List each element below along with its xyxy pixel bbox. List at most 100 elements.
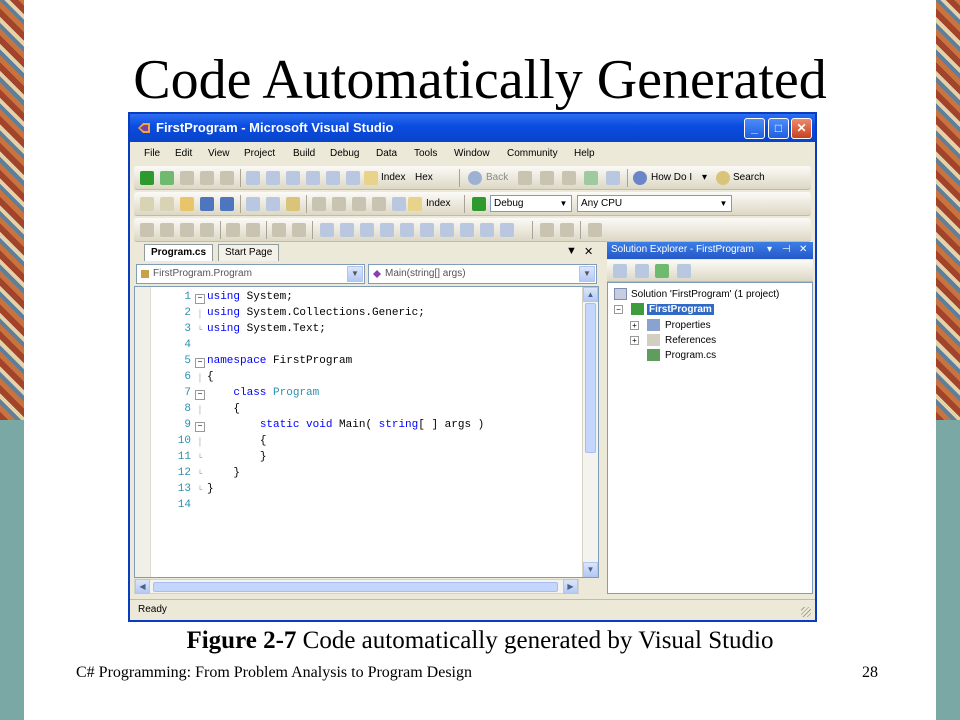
menu-window[interactable]: Window — [454, 148, 490, 159]
index-icon[interactable] — [408, 197, 422, 211]
next-bookmark-icon[interactable] — [360, 223, 374, 237]
bookmark-window-icon[interactable] — [460, 223, 474, 237]
how-do-i-label[interactable]: How Do I — [651, 172, 692, 183]
class-navigation-select[interactable]: FirstProgram.Program ▼ — [136, 264, 365, 284]
previous-bookmark-icon[interactable] — [340, 223, 354, 237]
scroll-right-icon[interactable]: ▶ — [563, 579, 578, 594]
start-without-debug-icon[interactable] — [160, 171, 174, 185]
stop-browser-icon[interactable] — [540, 171, 554, 185]
dropdown-arrow-icon[interactable]: ▼ — [579, 266, 595, 282]
uncomment-icon[interactable] — [292, 223, 306, 237]
solution-platform-select[interactable]: Any CPU ▼ — [577, 195, 732, 212]
solution-configuration-select[interactable]: Debug ▼ — [490, 195, 572, 212]
save-icon[interactable] — [200, 197, 214, 211]
add-item-icon[interactable] — [160, 197, 174, 211]
toggle-bookmark-icon[interactable] — [440, 223, 454, 237]
redo-icon[interactable] — [332, 197, 346, 211]
bookmark-icon[interactable] — [320, 223, 334, 237]
font-size-icon[interactable] — [606, 171, 620, 185]
open-file-icon[interactable] — [180, 197, 194, 211]
comment-icon[interactable] — [272, 223, 286, 237]
save-all-icon[interactable] — [220, 197, 234, 211]
close-pane-icon[interactable]: ✕ — [799, 244, 807, 255]
back-icon[interactable] — [468, 171, 482, 185]
restart-icon[interactable] — [220, 171, 234, 185]
increase-indent-icon[interactable] — [246, 223, 260, 237]
expand-icon[interactable]: + — [630, 336, 639, 345]
collapse-icon[interactable]: − — [195, 358, 205, 368]
index-icon[interactable] — [364, 171, 378, 185]
bookmark-list-icon[interactable] — [480, 223, 494, 237]
refresh-icon[interactable] — [655, 264, 669, 278]
search-icon[interactable] — [716, 171, 730, 185]
clear-bookmarks-icon[interactable] — [420, 223, 434, 237]
quick-info-icon[interactable] — [180, 223, 194, 237]
cut-icon[interactable] — [246, 197, 260, 211]
expand-icon[interactable]: + — [630, 321, 639, 330]
horizontal-scroll-thumb[interactable] — [153, 582, 558, 592]
scroll-down-icon[interactable]: ▼ — [583, 562, 598, 577]
bookmark-document-icon[interactable] — [400, 223, 414, 237]
collapse-icon[interactable]: − — [195, 390, 205, 400]
class-diagram-icon[interactable] — [677, 264, 691, 278]
member-navigation-select[interactable]: Main(string[] args) ▼ — [368, 264, 597, 284]
refresh-icon[interactable] — [562, 171, 576, 185]
menu-file[interactable]: File — [144, 148, 160, 159]
watch-icon[interactable] — [326, 171, 340, 185]
horizontal-scrollbar[interactable]: ◀ ▶ — [134, 579, 579, 594]
step-into-icon[interactable] — [246, 171, 260, 185]
parameter-info-icon[interactable] — [160, 223, 174, 237]
show-all-files-icon[interactable] — [635, 264, 649, 278]
menu-tools[interactable]: Tools — [414, 148, 437, 159]
hex-mode-icon[interactable] — [346, 171, 360, 185]
auto-hide-pin-icon[interactable]: ⊣ — [782, 244, 791, 255]
tree-item-properties[interactable]: + Properties — [630, 318, 711, 333]
pause-icon[interactable] — [180, 171, 194, 185]
sync-icon[interactable] — [584, 171, 598, 185]
start-icon[interactable] — [140, 171, 154, 185]
menu-build[interactable]: Build — [293, 148, 315, 159]
find-icon[interactable] — [392, 197, 406, 211]
paste-icon[interactable] — [286, 197, 300, 211]
vertical-scroll-thumb[interactable] — [585, 303, 596, 453]
step-out-icon[interactable] — [286, 171, 300, 185]
properties-icon[interactable] — [613, 264, 627, 278]
layout-icon[interactable] — [540, 223, 554, 237]
tree-item-solution[interactable]: Solution 'FirstProgram' (1 project) — [614, 287, 779, 302]
new-project-icon[interactable] — [140, 197, 154, 211]
format-icon[interactable] — [560, 223, 574, 237]
search-label[interactable]: Search — [733, 172, 765, 183]
close-button[interactable]: ✕ — [791, 118, 812, 139]
undo-icon[interactable] — [312, 197, 326, 211]
index-button-label[interactable]: Index — [426, 198, 450, 209]
collapse-icon[interactable]: − — [195, 294, 205, 304]
dropdown-arrow-icon[interactable]: ▼ — [717, 197, 730, 210]
tree-item-program-cs[interactable]: Program.cs — [630, 348, 716, 363]
index-button-label[interactable]: Index — [381, 172, 405, 183]
scroll-up-icon[interactable]: ▲ — [583, 287, 598, 302]
menu-project[interactable]: Project — [244, 148, 275, 159]
tree-item-references[interactable]: + References — [630, 333, 716, 348]
menu-debug[interactable]: Debug — [330, 148, 359, 159]
help-icon[interactable] — [633, 171, 647, 185]
menu-view[interactable]: View — [208, 148, 230, 159]
tab-program-cs[interactable]: Program.cs — [144, 244, 214, 261]
tab-start-page[interactable]: Start Page — [218, 244, 280, 261]
menu-data[interactable]: Data — [376, 148, 397, 159]
breakpoints-icon[interactable] — [306, 171, 320, 185]
navigate-forward-icon[interactable] — [372, 197, 386, 211]
window-position-icon[interactable]: ▾ — [767, 244, 772, 255]
vertical-scrollbar[interactable]: ▲ ▼ — [582, 287, 598, 577]
menu-help[interactable]: Help — [574, 148, 595, 159]
forward-icon[interactable] — [518, 171, 532, 185]
menu-edit[interactable]: Edit — [175, 148, 192, 159]
minimize-button[interactable]: _ — [744, 118, 765, 139]
complete-word-icon[interactable] — [200, 223, 214, 237]
bookmark-folder-icon[interactable] — [380, 223, 394, 237]
start-debugging-icon[interactable] — [472, 197, 486, 211]
collapse-icon[interactable]: − — [195, 422, 205, 432]
stop-icon[interactable] — [200, 171, 214, 185]
tab-list-dropdown-icon[interactable]: ▼ — [566, 245, 577, 257]
toolbar-overflow-icon[interactable] — [500, 223, 514, 237]
navigate-back-icon[interactable] — [352, 197, 366, 211]
